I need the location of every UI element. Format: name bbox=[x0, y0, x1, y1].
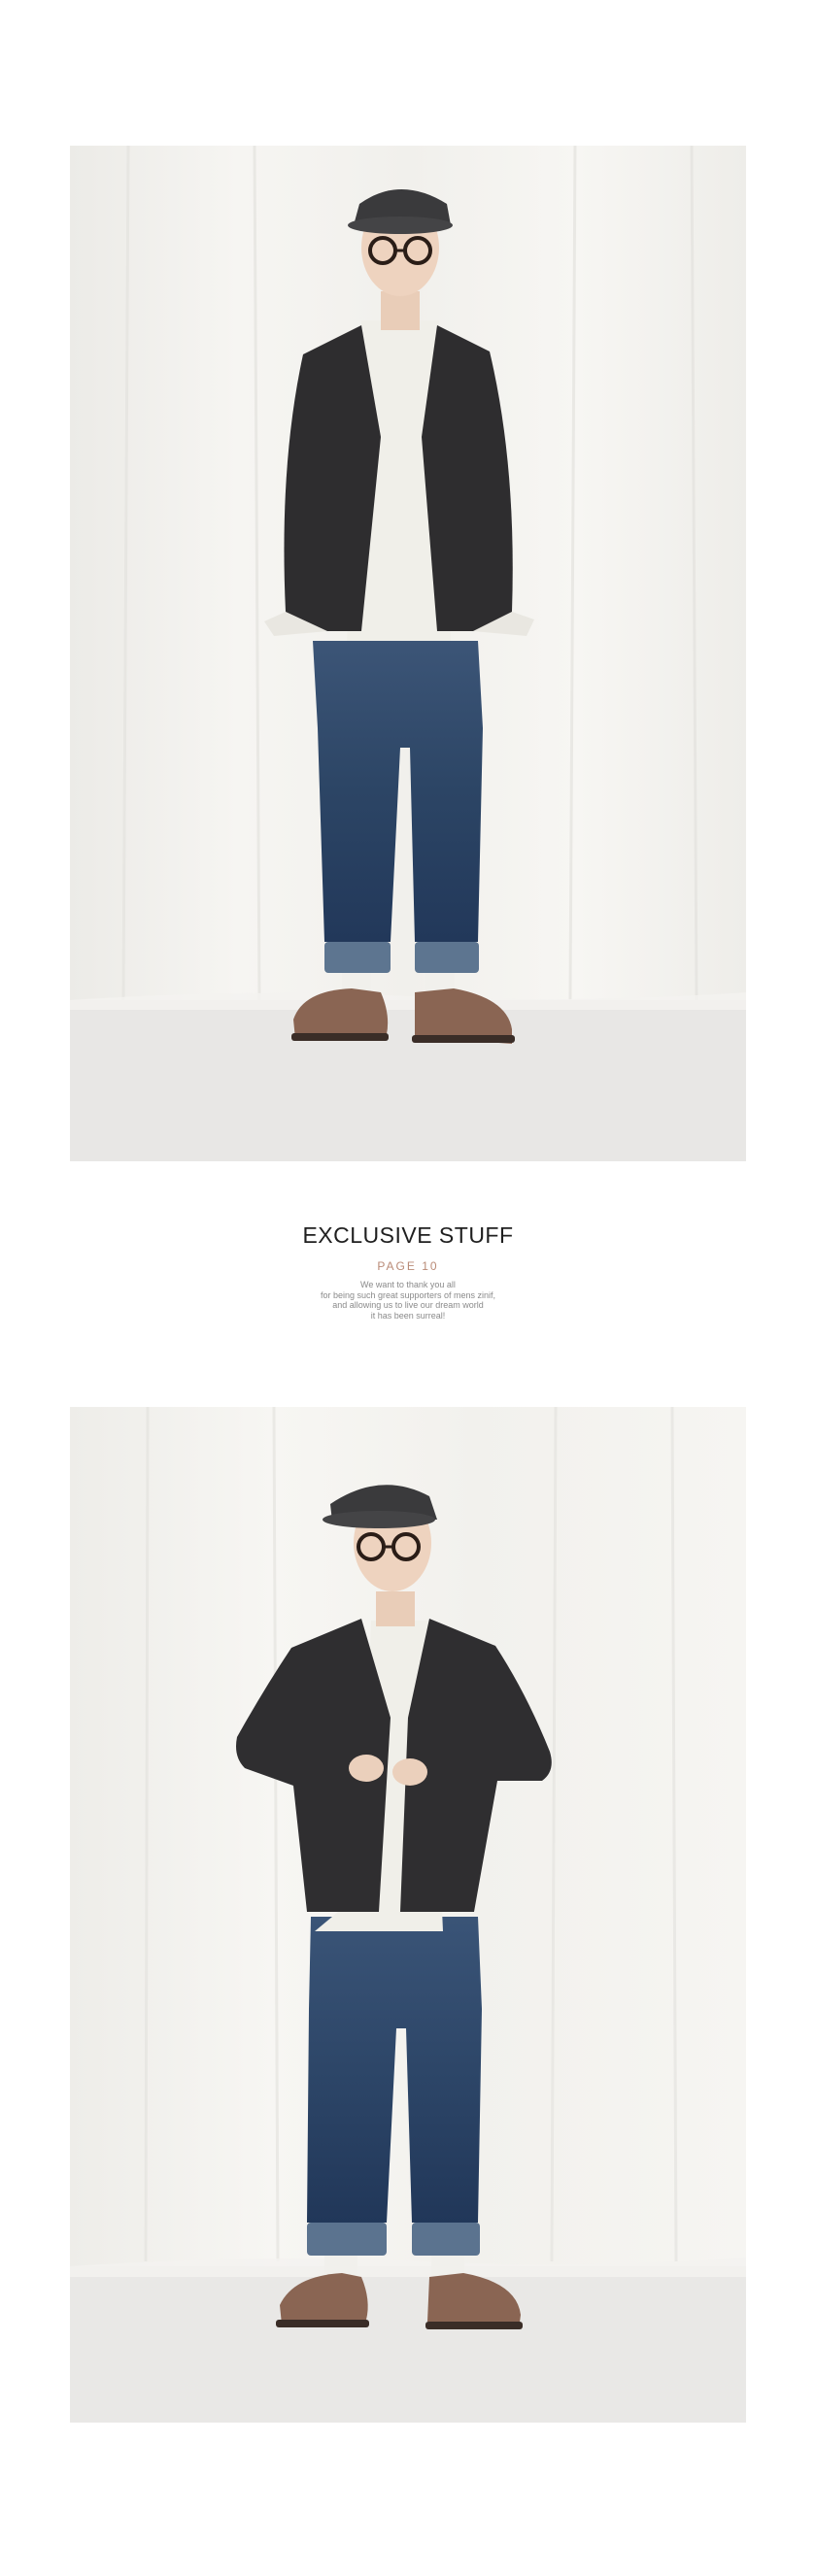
model-photo-1 bbox=[70, 146, 746, 1161]
product-photo-standing-hands-in-pockets bbox=[70, 146, 746, 1161]
model-photo-2 bbox=[70, 1407, 746, 2423]
caption-line: for being such great supporters of mens … bbox=[320, 1289, 496, 1300]
caption-line: We want to thank you all bbox=[360, 1280, 456, 1289]
floor bbox=[70, 1000, 746, 1161]
caption-line: and allowing us to live our dream world bbox=[332, 1300, 484, 1310]
floor bbox=[70, 2266, 746, 2423]
product-photo-buttoning-blazer bbox=[70, 1407, 746, 2423]
caption-page-label: PAGE 10 bbox=[377, 1259, 439, 1273]
caption-body: We want to thank you all for being such … bbox=[0, 1280, 816, 1321]
caption-line: it has been surreal! bbox=[370, 1310, 446, 1321]
promo-caption: EXCLUSIVE STUFF PAGE 10 We want to thank… bbox=[0, 1221, 816, 1321]
caption-title: EXCLUSIVE STUFF bbox=[302, 1222, 514, 1248]
